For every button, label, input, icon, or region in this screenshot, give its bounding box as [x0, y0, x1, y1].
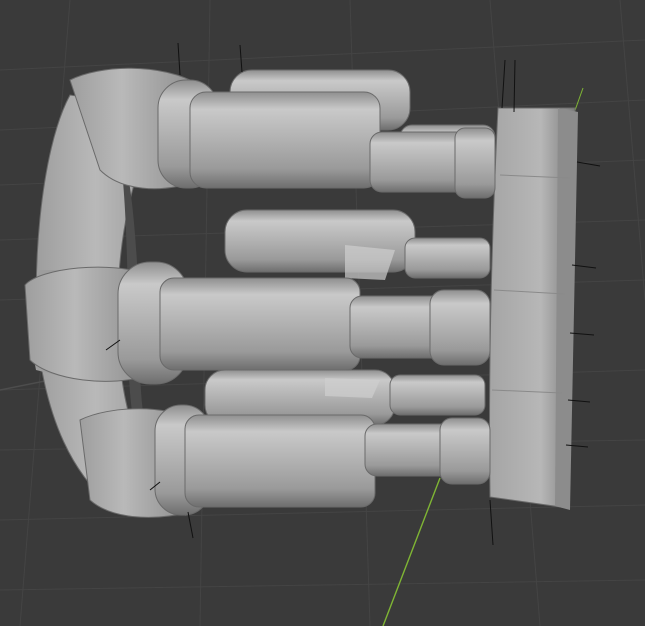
- right-hub-plate: [488, 107, 578, 510]
- 3d-viewport[interactable]: [0, 0, 645, 626]
- y-axis-line: [382, 477, 441, 626]
- front-cylinder-middle: [24, 261, 491, 385]
- viewport-canvas[interactable]: [0, 0, 645, 626]
- rear-cylinder-mid: [224, 209, 491, 280]
- front-cylinder-lower: [79, 404, 491, 518]
